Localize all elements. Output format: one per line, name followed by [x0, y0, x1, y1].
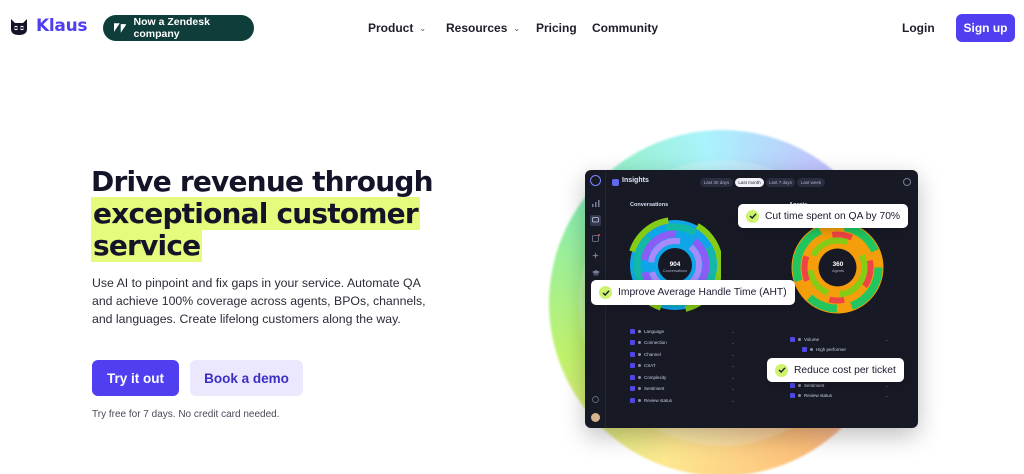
hero-title-line-1: Drive revenue through: [91, 165, 434, 198]
conversations-icon: [590, 215, 601, 226]
legend-item: Language: [630, 329, 664, 334]
nav-resources-label: Resources: [446, 21, 508, 35]
filter-chip: Last 7 days: [766, 178, 795, 187]
legend-item: Complexity: [630, 375, 666, 380]
chevron-down-icon: ⌄: [731, 352, 735, 357]
chevron-down-icon: ⌄: [731, 329, 735, 334]
legend-item: Connection: [630, 340, 667, 345]
nav-pricing[interactable]: Pricing: [536, 21, 577, 35]
legend-item: Sentiment: [790, 383, 824, 388]
callout-aht-text: Improve Average Handle Time (AHT): [618, 287, 787, 298]
chart-icon: [590, 198, 601, 209]
chevron-down-icon: ⌄: [419, 23, 427, 33]
conversations-total-value: 904: [669, 261, 681, 268]
nav-community[interactable]: Community: [592, 21, 658, 35]
zendesk-company-badge[interactable]: Now a Zendesk company: [103, 15, 254, 41]
top-nav: Klaus Now a Zendesk company Product ⌄ Re…: [0, 0, 1024, 56]
help-icon: [590, 394, 601, 405]
dashboard-title: Insights: [622, 177, 649, 184]
legend-item: CSAT: [630, 363, 656, 368]
agents-total-label: Agents: [832, 269, 844, 273]
conversations-total-label: Conversations: [662, 269, 688, 273]
dashboard-logo-icon: [590, 175, 601, 186]
graduation-cap-icon: [590, 267, 601, 278]
try-it-out-button[interactable]: Try it out: [92, 360, 179, 396]
callout-cost-text: Reduce cost per ticket: [794, 364, 896, 376]
chevron-down-icon: ⌄: [885, 393, 889, 398]
agents-total-value: 360: [832, 261, 844, 268]
chevron-down-icon: ⌄: [513, 23, 521, 33]
login-link[interactable]: Login: [902, 21, 935, 35]
hero-title: Drive revenue through exceptional custom…: [91, 165, 434, 262]
cat-logo-icon: [11, 19, 27, 35]
nav-product[interactable]: Product ⌄: [368, 21, 426, 35]
gear-icon: [903, 178, 911, 186]
callout-qa-time: Cut time spent on QA by 70%: [738, 204, 909, 228]
chevron-down-icon: ⌄: [731, 375, 735, 380]
legend-item: Sentiment: [630, 386, 664, 391]
book-demo-button[interactable]: Book a demo: [190, 360, 303, 396]
callout-aht: Improve Average Handle Time (AHT): [591, 280, 795, 305]
nav-product-label: Product: [368, 21, 414, 35]
zendesk-badge-label: Now a Zendesk company: [133, 16, 210, 40]
nav-community-label: Community: [592, 21, 658, 35]
hero-title-line-3: service: [91, 229, 203, 262]
nav-resources[interactable]: Resources ⌄: [446, 21, 520, 35]
chevron-down-icon: ⌄: [731, 363, 735, 368]
trial-note: Try free for 7 days. No credit card need…: [92, 409, 280, 420]
logo-text: Klaus: [36, 16, 88, 36]
legend-item: Review status: [790, 393, 832, 398]
check-icon: [599, 286, 612, 299]
hero-subtitle: Use AI to pinpoint and fix gaps in your …: [92, 276, 426, 326]
filter-chip: Last week: [797, 178, 825, 187]
sparkle-icon: [590, 250, 601, 261]
legend-item: Channel: [630, 352, 661, 357]
avatar: [591, 413, 600, 422]
chevron-down-icon: ⌄: [885, 337, 889, 342]
legend-item: Review status: [630, 398, 672, 403]
chevron-down-icon: ⌄: [885, 383, 889, 388]
callout-cost-per-ticket: Reduce cost per ticket: [767, 358, 904, 382]
filter-chip: Last 30 days: [700, 178, 733, 187]
klaus-logo[interactable]: Klaus: [8, 15, 88, 37]
hero-title-line-2: exceptional customer: [91, 197, 420, 230]
check-icon: [746, 209, 759, 223]
callout-qa-time-text: Cut time spent on QA by 70%: [765, 210, 901, 222]
insights-icon: [612, 179, 619, 186]
check-icon: [775, 363, 788, 377]
chevron-down-icon: ⌄: [731, 386, 735, 391]
inbox-icon: [590, 232, 601, 243]
legend-item: Volume: [790, 337, 819, 342]
signup-button[interactable]: Sign up: [956, 14, 1015, 42]
chevron-down-icon: ⌄: [731, 398, 735, 403]
nav-pricing-label: Pricing: [536, 21, 577, 35]
chevron-down-icon: ⌄: [731, 340, 735, 345]
legend-item: High performer: [802, 347, 846, 352]
zendesk-icon: [114, 23, 127, 33]
filter-chip-active: Last month: [735, 178, 764, 187]
